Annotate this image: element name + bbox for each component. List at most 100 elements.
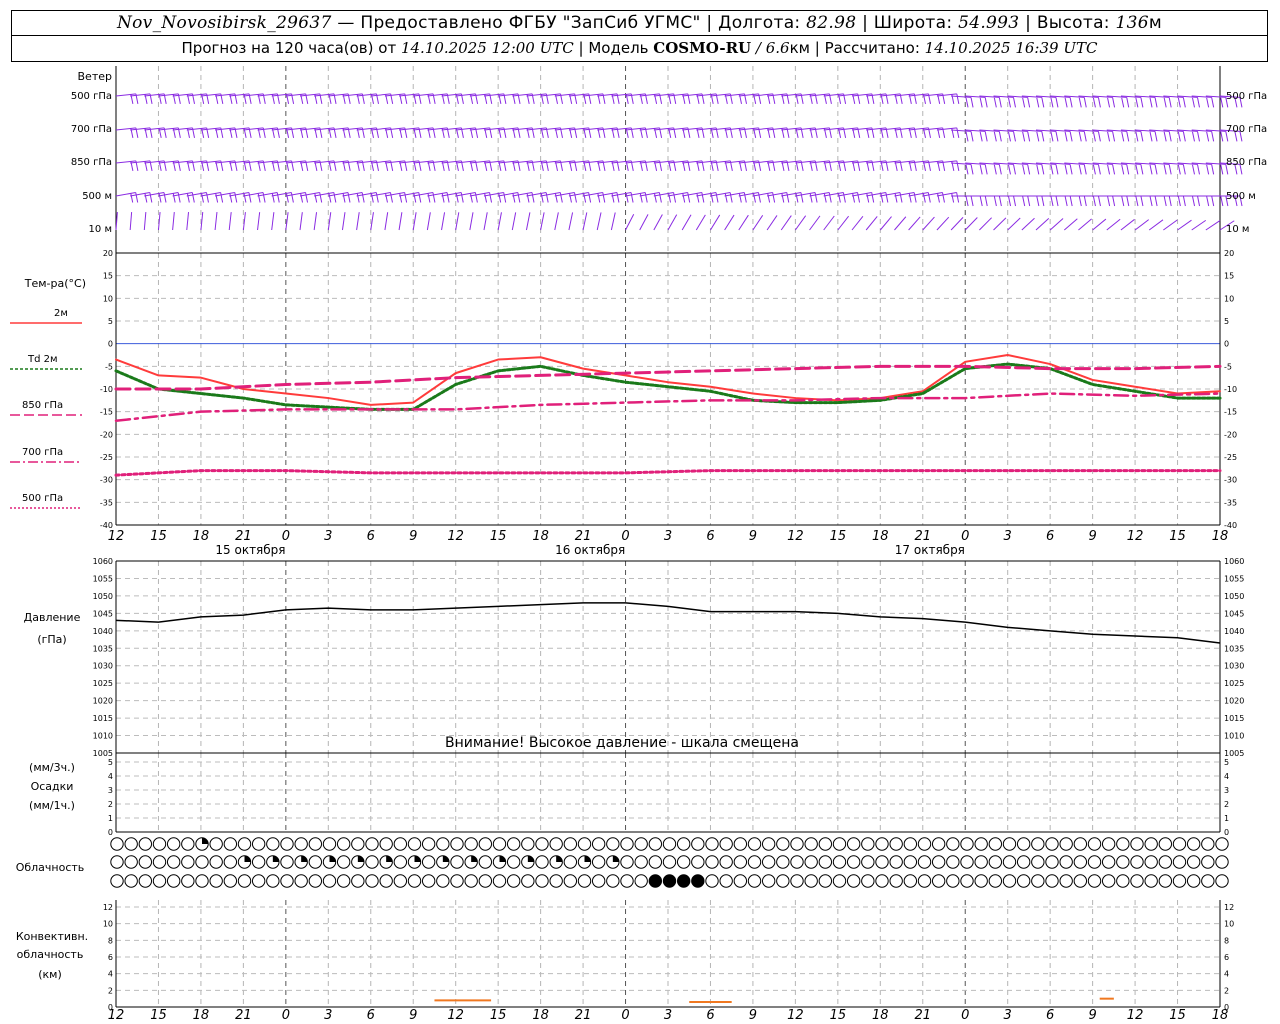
wind-barb-feather (772, 192, 776, 203)
wind-barb-feather (984, 131, 988, 142)
cloud-symbol (1116, 855, 1130, 869)
hour-label: 18 (532, 529, 549, 544)
wind-barb-feather (290, 192, 294, 203)
wind-barb-feather (163, 192, 167, 203)
conv-ytick-right: 8 (1224, 936, 1229, 945)
prec-ytick-left: 4 (108, 772, 113, 781)
cloud-symbol (776, 837, 790, 851)
cloud-symbol (110, 855, 124, 869)
legend-700-label: 700 гПа (22, 447, 63, 458)
wind-barb-feather (1083, 97, 1087, 108)
wind-barb-feather (927, 192, 931, 203)
temp-ytick-right: -10 (1224, 385, 1237, 394)
pressure-title-1: Давление (24, 611, 81, 624)
cloud-symbol (946, 855, 960, 869)
cloud-symbol (1116, 874, 1130, 888)
cloud-symbol (1101, 855, 1116, 869)
pres-ytick-left: 1045 (93, 609, 113, 618)
cloud-symbol (308, 855, 323, 869)
wind-barb-feather (1055, 131, 1059, 142)
wind-barb-feather (871, 192, 875, 203)
wind-barb-feather (1121, 97, 1125, 108)
pres-ytick-left: 1040 (93, 627, 113, 636)
conv-ytick-left: 2 (108, 986, 113, 995)
prec-ytick-right: 5 (1224, 758, 1229, 767)
cloud-symbol (790, 837, 804, 851)
wind-barb-feather (1149, 196, 1153, 207)
cloud-symbol (308, 874, 323, 888)
conv-ytick-left: 4 (108, 970, 113, 979)
wind-barb-feather (1050, 164, 1054, 175)
wind-barb-feather (130, 192, 134, 203)
cloud-symbol (719, 855, 733, 869)
wind-barb-feather (1012, 131, 1016, 142)
wind-barb-feather (1163, 196, 1167, 207)
cloud-symbol (818, 855, 833, 869)
wind-barb-feather (1163, 131, 1167, 142)
cloud-symbol (166, 874, 181, 888)
wind-barb-feather (1211, 164, 1215, 175)
cloud-partial-fill (527, 855, 535, 862)
wind-barb-feather (399, 192, 403, 203)
cloud-symbol (365, 855, 379, 869)
cloud-symbol (1045, 855, 1059, 869)
prec-ytick-left: 3 (108, 786, 113, 795)
precip-title-2: Осадки (31, 780, 74, 793)
hour-label-bottom: 18 (532, 1008, 549, 1023)
cloud-symbol (1073, 855, 1088, 869)
wind-barb-feather (1078, 164, 1082, 175)
wind-barb (1148, 219, 1164, 231)
wind-barb-feather (894, 192, 898, 203)
wind-barb-feather (1121, 131, 1125, 142)
wind-barb-feather (1027, 164, 1031, 175)
wind-barb-feather (1069, 131, 1073, 142)
cloud-symbol (931, 855, 946, 869)
wind-barb-feather (1140, 195, 1144, 207)
wind-barb-feather (993, 196, 997, 207)
cloud-symbol (620, 855, 634, 869)
wind-barb (809, 215, 821, 231)
wind-barb-feather (668, 192, 672, 203)
wind-barb-feather (880, 192, 884, 203)
wind-barb-feather (526, 192, 530, 203)
wind-barb-feather (588, 192, 592, 203)
wind-barb-feather (1107, 131, 1111, 142)
temp-ytick-right: 10 (1224, 294, 1234, 303)
cloud-symbol (351, 874, 365, 888)
temp-ytick-left: -35 (100, 498, 113, 507)
cloud-symbol (832, 837, 847, 851)
cloud-symbol (421, 874, 436, 888)
cloud-symbol (237, 874, 252, 888)
wind-barb-feather (1097, 164, 1101, 175)
wind-barb-feather (1177, 97, 1181, 108)
wind-barb-feather (625, 192, 629, 203)
wind-barb (695, 214, 706, 231)
wind-level-right-2: 700 гПа (1226, 124, 1267, 135)
wind-barb-feather (951, 192, 955, 203)
cloud-symbol (974, 837, 988, 851)
hour-label-bottom: 0 (282, 1008, 290, 1023)
wind-barb-feather (795, 192, 799, 203)
wind-barb-feather (1027, 97, 1031, 108)
cloud-symbol (1087, 837, 1102, 851)
cloud-symbol (648, 874, 663, 888)
cloud-symbol (875, 855, 889, 869)
cloud-symbol (747, 837, 762, 851)
cloud-symbol (946, 874, 960, 888)
wind-barb-feather (682, 192, 686, 203)
wind-barb (823, 215, 835, 231)
wind-barb-feather (1168, 97, 1172, 108)
temp-ytick-right: -5 (1224, 362, 1232, 371)
temp-ytick-right: -30 (1224, 476, 1237, 485)
hour-label: 9 (1088, 529, 1096, 544)
wind-barb-feather (936, 192, 940, 203)
cloud-symbol (761, 855, 776, 869)
cloud-symbol (776, 855, 790, 869)
wind-title: Ветер (78, 70, 112, 83)
wind-barb-feather (1126, 97, 1130, 108)
wind-barb-feather (347, 192, 351, 203)
wind-barb-feather (1140, 131, 1144, 142)
hour-label: 12 (1127, 529, 1144, 544)
wind-barb (1078, 218, 1092, 231)
wind-barb (172, 212, 175, 231)
